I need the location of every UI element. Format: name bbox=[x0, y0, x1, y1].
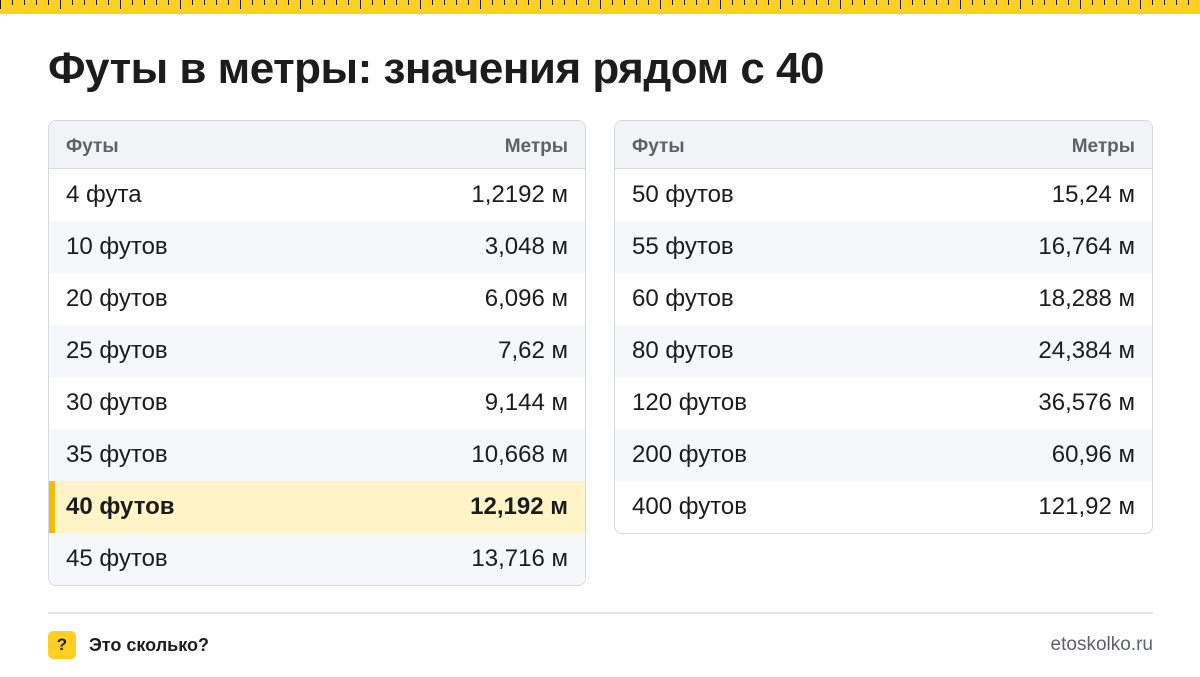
feet-cell: 10 футов bbox=[66, 233, 168, 260]
feet-cell: 25 футов bbox=[66, 337, 168, 364]
meters-cell: 6,096 м bbox=[484, 285, 568, 312]
feet-cell: 4 фута bbox=[66, 181, 142, 208]
table-header: Футы Метры bbox=[615, 121, 1152, 169]
meters-cell: 24,384 м bbox=[1038, 337, 1135, 364]
meters-cell: 60,96 м bbox=[1051, 441, 1135, 468]
column-header-feet: Футы bbox=[632, 135, 685, 157]
table-row: 80 футов 24,384 м bbox=[615, 325, 1152, 377]
meters-cell: 15,24 м bbox=[1051, 181, 1135, 208]
meters-cell: 13,716 м bbox=[471, 545, 568, 572]
column-header-meters: Метры bbox=[504, 135, 568, 157]
feet-cell: 20 футов bbox=[66, 285, 168, 312]
table-row: 10 футов 3,048 м bbox=[49, 221, 585, 273]
meters-cell: 7,62 м bbox=[498, 337, 568, 364]
feet-cell: 40 футов bbox=[66, 493, 175, 520]
feet-cell: 60 футов bbox=[632, 285, 734, 312]
brand-name: Это сколько? bbox=[89, 634, 209, 655]
question-icon: ? bbox=[48, 631, 76, 659]
feet-cell: 35 футов bbox=[66, 441, 168, 468]
page-title: Футы в метры: значения рядом с 40 bbox=[48, 44, 824, 93]
table-header: Футы Метры bbox=[49, 121, 585, 169]
conversion-table-left: Футы Метры 4 фута 1,2192 м 10 футов 3,04… bbox=[48, 120, 586, 586]
table-row: 35 футов 10,668 м bbox=[49, 429, 585, 481]
meters-cell: 10,668 м bbox=[471, 441, 568, 468]
feet-cell: 120 футов bbox=[632, 389, 748, 416]
table-row: 120 футов 36,576 м bbox=[615, 377, 1152, 429]
feet-cell: 200 футов bbox=[632, 441, 748, 468]
feet-cell: 55 футов bbox=[632, 233, 734, 260]
feet-cell: 400 футов bbox=[632, 493, 748, 520]
meters-cell: 18,288 м bbox=[1038, 285, 1135, 312]
table-row: 4 фута 1,2192 м bbox=[49, 169, 585, 221]
feet-cell: 30 футов bbox=[66, 389, 168, 416]
site-link[interactable]: etoskolko.ru bbox=[1051, 634, 1153, 656]
meters-cell: 9,144 м bbox=[484, 389, 568, 416]
table-row: 45 футов 13,716 м bbox=[49, 533, 585, 585]
feet-cell: 80 футов bbox=[632, 337, 734, 364]
brand-logo[interactable]: ? Это сколько? bbox=[48, 631, 209, 659]
meters-cell: 12,192 м bbox=[470, 493, 568, 520]
table-row: 20 футов 6,096 м bbox=[49, 273, 585, 325]
table-row: 60 футов 18,288 м bbox=[615, 273, 1152, 325]
table-row: 50 футов 15,24 м bbox=[615, 169, 1152, 221]
table-row: 55 футов 16,764 м bbox=[615, 221, 1152, 273]
column-header-meters: Метры bbox=[1071, 135, 1135, 157]
feet-cell: 50 футов bbox=[632, 181, 734, 208]
meters-cell: 1,2192 м bbox=[471, 181, 568, 208]
column-header-feet: Футы bbox=[66, 135, 119, 157]
table-row: 200 футов 60,96 м bbox=[615, 429, 1152, 481]
ruler-decoration bbox=[0, 0, 1200, 14]
meters-cell: 3,048 м bbox=[484, 233, 568, 260]
meters-cell: 16,764 м bbox=[1038, 233, 1135, 260]
table-row: 30 футов 9,144 м bbox=[49, 377, 585, 429]
table-row-highlighted: 40 футов 12,192 м bbox=[49, 481, 585, 533]
meters-cell: 121,92 м bbox=[1038, 493, 1135, 520]
feet-cell: 45 футов bbox=[66, 545, 168, 572]
meters-cell: 36,576 м bbox=[1038, 389, 1135, 416]
table-row: 400 футов 121,92 м bbox=[615, 481, 1152, 533]
footer-divider bbox=[48, 612, 1153, 614]
table-row: 25 футов 7,62 м bbox=[49, 325, 585, 377]
conversion-table-right: Футы Метры 50 футов 15,24 м 55 футов 16,… bbox=[614, 120, 1153, 534]
